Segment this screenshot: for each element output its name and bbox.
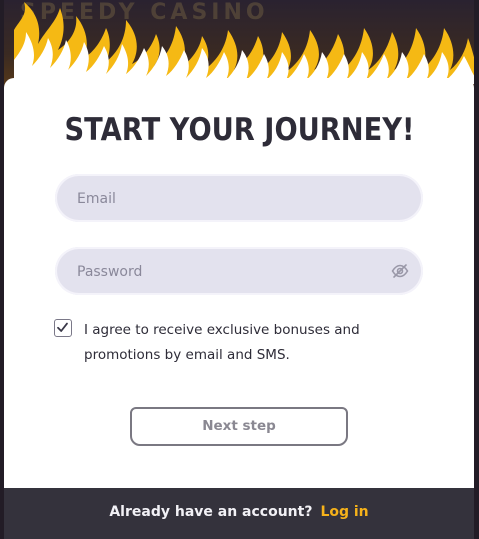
right-edge [474,0,479,539]
flame-decoration [14,2,476,84]
email-input[interactable] [75,174,379,224]
next-step-button[interactable]: Next step [130,407,348,446]
signup-page: SPEEDY CASINO START YOUR JOURNEY! I agre… [0,0,479,539]
page-title: START YOUR JOURNEY! [64,112,415,148]
password-field[interactable] [55,247,423,297]
consent-checkbox[interactable] [54,319,72,337]
eye-slash-icon[interactable] [391,262,409,280]
check-icon [57,322,68,332]
footer-bar: Already have an account? Log in [4,488,474,539]
consent-label: I agree to receive exclusive bonuses and… [84,322,360,363]
password-input[interactable] [75,247,379,297]
login-link[interactable]: Log in [320,504,368,520]
email-field[interactable] [55,174,423,224]
footer-question: Already have an account? [109,504,313,520]
